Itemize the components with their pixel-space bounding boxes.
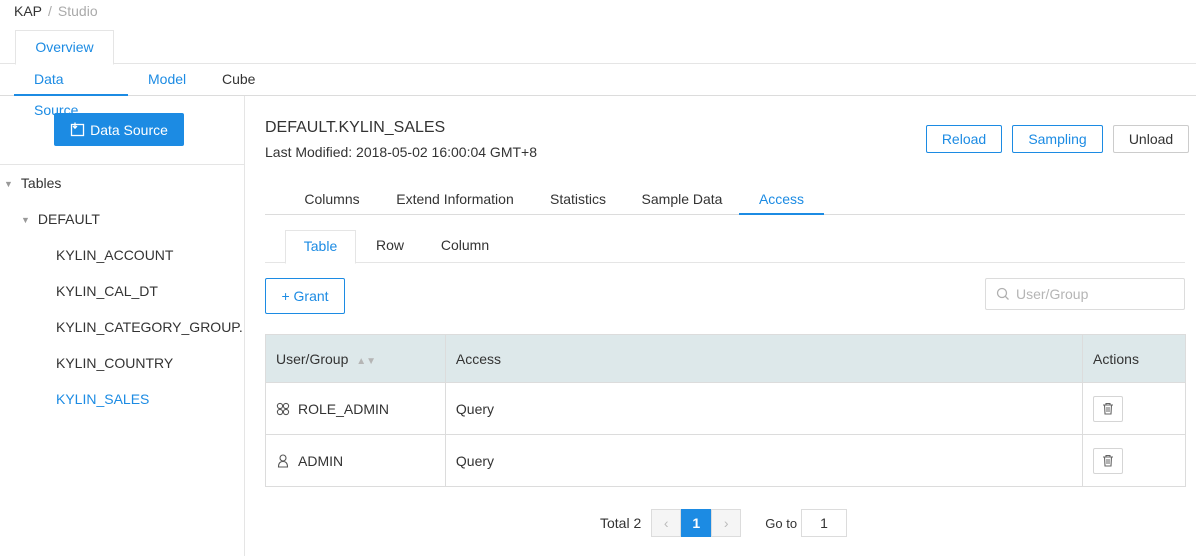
delete-button[interactable] xyxy=(1093,447,1124,474)
tab-columns[interactable]: Columns xyxy=(287,184,377,215)
tree-leaf-table[interactable]: KYLIN_COUNTRY xyxy=(56,355,173,371)
column-header-user-group[interactable]: User/Group ▲▼ xyxy=(265,334,446,383)
top-tab-bar: Overview xyxy=(0,30,1196,65)
goto-page-input[interactable]: 1 xyxy=(801,509,848,537)
delete-button[interactable] xyxy=(1093,395,1124,422)
tab-extend-information[interactable]: Extend Information xyxy=(385,184,525,215)
grant-button[interactable]: + Grant xyxy=(265,278,345,314)
trash-icon xyxy=(1103,454,1114,467)
section-tab-bar: Data Source Model Cube xyxy=(0,64,1196,118)
tree-node-tables[interactable]: ▼ Tables xyxy=(4,175,61,191)
access-level-tab-bar: Table Row Column xyxy=(265,230,1185,264)
tab-model[interactable]: Model xyxy=(128,64,206,96)
search-input[interactable] xyxy=(1016,286,1176,302)
page-number-current[interactable]: 1 xyxy=(681,509,712,537)
tree-node-label: Tables xyxy=(20,175,62,191)
tree-leaf-table[interactable]: KYLIN_ACCOUNT xyxy=(56,247,173,263)
access-cell: Query xyxy=(445,434,1084,487)
tree-node-database[interactable]: ▼ DEFAULT xyxy=(21,211,100,227)
sampling-button[interactable]: Sampling xyxy=(1012,125,1103,153)
chevron-right-icon: › xyxy=(723,515,729,531)
reload-button[interactable]: Reload xyxy=(926,125,1002,153)
tab-cube[interactable]: Cube xyxy=(202,64,275,96)
chevron-left-icon: ‹ xyxy=(663,515,669,531)
goto-label: Go to xyxy=(765,515,798,531)
search-icon xyxy=(996,287,1009,300)
unload-button[interactable]: Unload xyxy=(1113,125,1189,153)
user-group-name: ADMIN xyxy=(298,452,344,469)
pagination: Total 2 ‹ 1 › Go to 1 xyxy=(600,509,848,537)
breadcrumb-current: Studio xyxy=(57,3,98,19)
column-header-access: Access xyxy=(445,334,1084,383)
next-page-button[interactable]: › xyxy=(711,509,742,537)
breadcrumb-separator: / xyxy=(48,3,52,19)
user-group-name: ROLE_ADMIN xyxy=(298,400,390,417)
column-header-actions: Actions xyxy=(1082,334,1186,383)
tree-node-label: DEFAULT xyxy=(37,211,100,227)
caret-down-icon: ▼ xyxy=(21,215,30,226)
user-icon xyxy=(277,453,289,468)
tab-statistics[interactable]: Statistics xyxy=(535,184,621,215)
tree-leaf-table[interactable]: KYLIN_CATEGORY_GROUP... xyxy=(56,319,242,335)
tab-row[interactable]: Row xyxy=(357,230,423,263)
table-row: ADMIN Query xyxy=(265,434,1186,487)
table-header-row: User/Group ▲▼ Access Actions xyxy=(265,334,1186,383)
trash-icon xyxy=(1103,402,1114,415)
actions-cell xyxy=(1082,434,1186,487)
tab-column[interactable]: Column xyxy=(425,230,505,263)
breadcrumb-root[interactable]: KAP xyxy=(14,3,42,19)
grant-label: Grant xyxy=(293,288,329,304)
tab-data-source[interactable]: Data Source xyxy=(14,64,128,118)
table-row: ROLE_ADMIN Query xyxy=(265,382,1186,435)
detail-tab-bar: Columns Extend Information Statistics Sa… xyxy=(265,184,1185,215)
user-group-cell: ADMIN xyxy=(265,434,446,487)
sidebar-divider xyxy=(0,164,244,165)
tab-table[interactable]: Table xyxy=(285,230,356,264)
import-icon xyxy=(70,122,85,137)
column-header-label: User/Group xyxy=(276,350,349,367)
actions-cell xyxy=(1082,382,1186,435)
add-data-source-button[interactable]: Data Source xyxy=(54,113,184,146)
access-cell: Query xyxy=(445,382,1084,435)
sidebar: Data Source ▼ Tables ▼ DEFAULT KYLIN_ACCOU… xyxy=(0,96,245,556)
add-data-source-label: Data Source xyxy=(90,121,168,138)
search-box xyxy=(985,278,1185,310)
group-icon xyxy=(276,402,290,415)
table-title: DEFAULT.KYLIN_SALES xyxy=(265,119,446,136)
last-modified-text: Last Modified: 2018-05-02 16:00:04 GMT+8 xyxy=(265,144,538,160)
tree-leaf-table-selected[interactable]: KYLIN_SALES xyxy=(56,391,149,407)
caret-down-icon: ▼ xyxy=(4,179,13,190)
breadcrumb: KAP / Studio xyxy=(14,3,98,19)
tab-access[interactable]: Access xyxy=(739,184,824,215)
tab-overview[interactable]: Overview xyxy=(15,30,114,65)
pagination-total: Total 2 xyxy=(600,515,642,531)
plus-icon: + xyxy=(281,288,290,304)
prev-page-button[interactable]: ‹ xyxy=(651,509,682,537)
access-table: User/Group ▲▼ Access Actions ROLE_ADMIN xyxy=(265,334,1186,487)
user-group-cell: ROLE_ADMIN xyxy=(265,382,446,435)
tab-sample-data[interactable]: Sample Data xyxy=(627,184,737,215)
sort-icon[interactable]: ▲▼ xyxy=(356,356,376,367)
tree-leaf-table[interactable]: KYLIN_CAL_DT xyxy=(56,283,158,299)
